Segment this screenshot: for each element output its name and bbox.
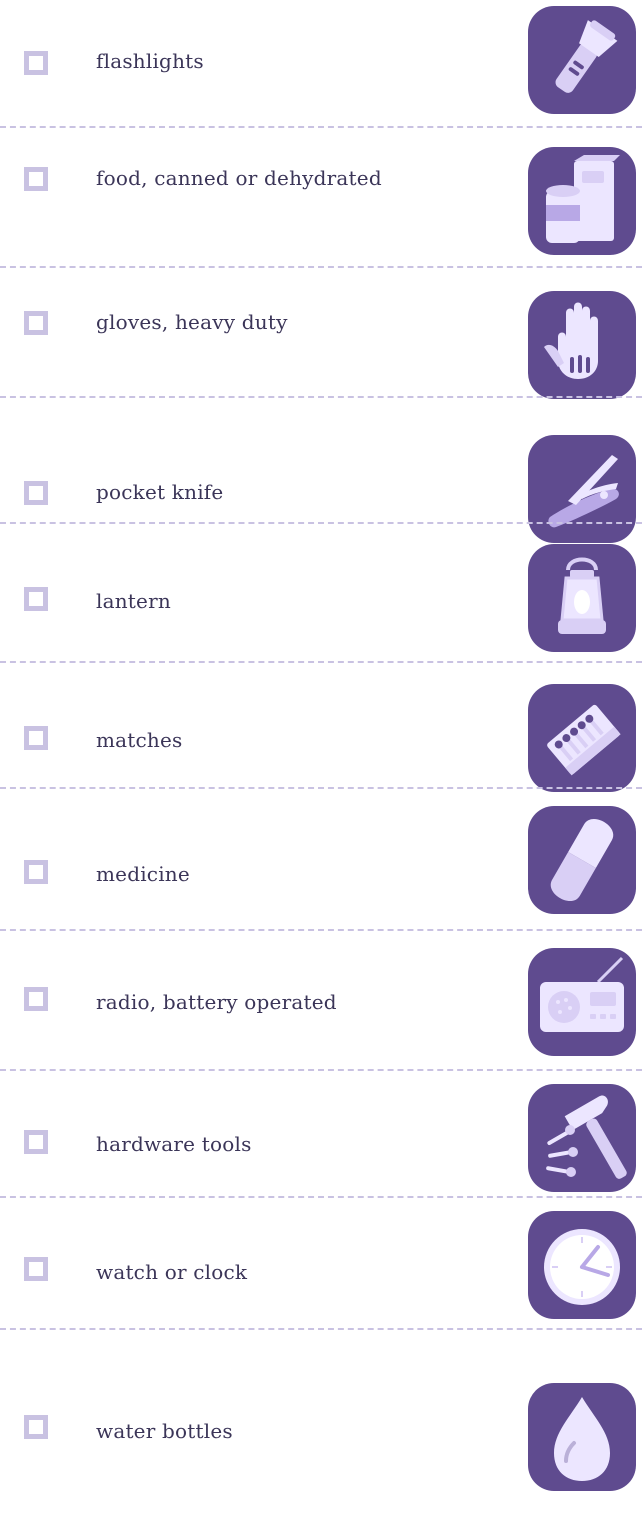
divider [0, 266, 642, 268]
icon-tile [528, 948, 636, 1056]
list-item: water bottles [0, 1341, 642, 1491]
icon-tile [528, 544, 636, 652]
item-checkbox[interactable] [24, 987, 48, 1011]
icon-tile [528, 806, 636, 914]
item-checkbox[interactable] [24, 1130, 48, 1154]
flashlight-icon [555, 20, 618, 93]
list-item: food, canned or dehydrated [0, 139, 642, 274]
hammer-nails-icon [546, 1095, 627, 1179]
item-checkbox[interactable] [24, 51, 48, 75]
icon-tile [528, 6, 636, 114]
icon-tile [528, 435, 636, 543]
item-label: flashlights [96, 49, 204, 73]
pocket-knife-icon [548, 455, 619, 528]
list-item: radio, battery operated [0, 942, 642, 1077]
radio-icon [540, 956, 624, 1032]
item-label: pocket knife [96, 480, 224, 504]
item-label: matches [96, 728, 183, 752]
clock-icon [544, 1229, 620, 1305]
icon-tile [528, 1084, 636, 1192]
item-checkbox[interactable] [24, 481, 48, 505]
water-drop-icon [554, 1397, 610, 1481]
divider [0, 787, 642, 789]
item-checkbox[interactable] [24, 167, 48, 191]
pill-icon [550, 818, 614, 902]
list-item: watch or clock [0, 1209, 642, 1344]
divider [0, 661, 642, 663]
item-checkbox[interactable] [24, 1415, 48, 1439]
icon-tile [528, 147, 636, 255]
item-checkbox[interactable] [24, 311, 48, 335]
divider [0, 1196, 642, 1198]
icon-tile [528, 291, 636, 399]
food-icon [546, 155, 620, 243]
item-checkbox[interactable] [24, 1257, 48, 1281]
icon-tile [528, 1211, 636, 1319]
divider [0, 1069, 642, 1071]
divider [0, 1328, 642, 1330]
item-checkbox[interactable] [24, 587, 48, 611]
glove-icon [544, 302, 598, 379]
item-label: lantern [96, 589, 171, 613]
list-item: flashlights [0, 0, 642, 135]
divider [0, 396, 642, 398]
icon-tile [528, 1383, 636, 1491]
divider [0, 126, 642, 128]
matches-icon [547, 704, 621, 776]
item-label: medicine [96, 862, 190, 886]
list-item: lantern [0, 535, 642, 670]
list-item: gloves, heavy duty [0, 279, 642, 414]
icon-tile [528, 684, 636, 792]
list-item: medicine [0, 800, 642, 935]
item-label: water bottles [96, 1419, 233, 1443]
item-checkbox[interactable] [24, 860, 48, 884]
item-label: food, canned or dehydrated [96, 166, 382, 190]
divider [0, 522, 642, 524]
lantern-icon [558, 557, 606, 634]
item-label: watch or clock [96, 1260, 248, 1284]
divider [0, 929, 642, 931]
item-label: radio, battery operated [96, 990, 337, 1014]
item-checkbox[interactable] [24, 726, 48, 750]
item-label: hardware tools [96, 1132, 252, 1156]
item-label: gloves, heavy duty [96, 310, 288, 334]
